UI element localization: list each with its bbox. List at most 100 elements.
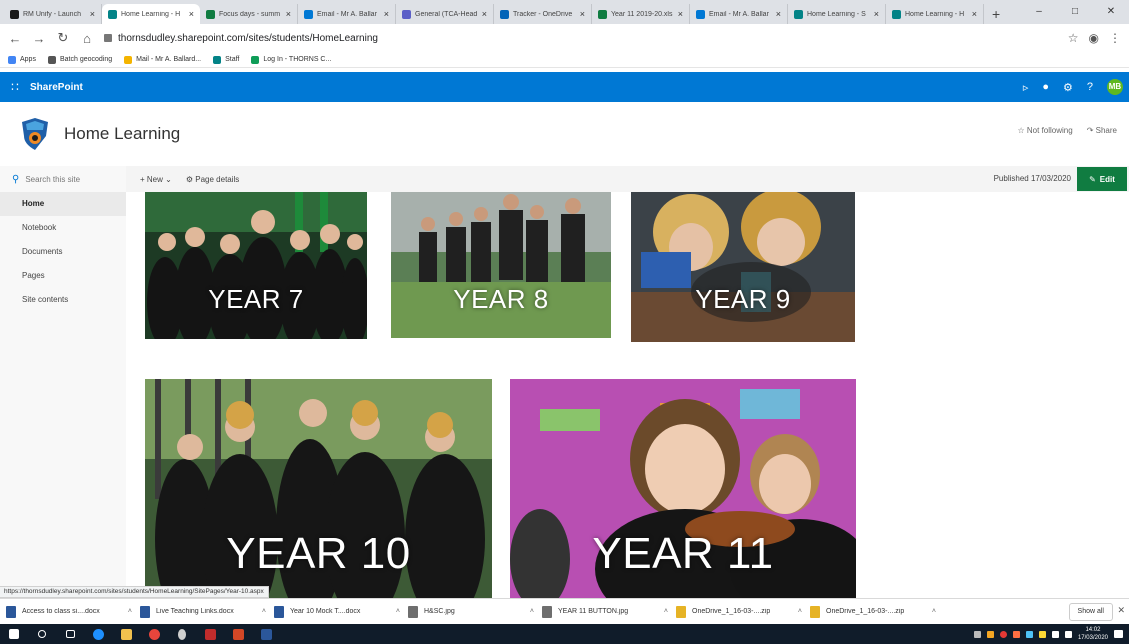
download-item[interactable]: Live Teaching Links.docx ˄ (140, 605, 274, 618)
site-title[interactable]: Home Learning (64, 124, 180, 144)
tile-year-7[interactable]: YEAR 7 (145, 192, 367, 339)
edit-button[interactable]: ✎ Edit (1077, 167, 1127, 191)
tray-app-icon[interactable] (1025, 630, 1033, 638)
clock[interactable]: 14:02 17/03/2020 (1078, 626, 1108, 642)
people-app-icon[interactable] (168, 624, 196, 644)
bookmark-item[interactable]: Apps (8, 55, 36, 64)
follow-button[interactable]: ☆ Not following (1017, 126, 1072, 135)
help-icon[interactable]: ? (1087, 81, 1093, 93)
nav-item-documents[interactable]: Documents (0, 240, 126, 264)
task-view-icon[interactable] (56, 624, 84, 644)
tab-close-icon[interactable]: × (678, 9, 683, 19)
app-launcher-icon[interactable]: ∷ (0, 80, 30, 94)
tray-app-icon[interactable] (1038, 630, 1046, 638)
browser-tab[interactable]: Home Learning - H × (886, 4, 984, 24)
bookmark-item[interactable]: Batch geocoding (47, 55, 112, 64)
chevron-up-icon[interactable]: ˄ (396, 608, 400, 615)
powerpoint-icon[interactable] (224, 624, 252, 644)
tab-close-icon[interactable]: × (972, 9, 977, 19)
chevron-up-icon[interactable]: ˄ (530, 608, 534, 615)
people-tray-icon[interactable] (973, 630, 981, 638)
onenote-icon[interactable] (196, 624, 224, 644)
browser-tab[interactable]: RM Unify - Launch × (4, 4, 102, 24)
download-item[interactable]: Year 10 Mock T....docx ˄ (274, 605, 408, 618)
user-avatar[interactable]: MB (1107, 79, 1123, 95)
bookmark-item[interactable]: Log In - THORNS C... (251, 55, 331, 64)
tile-year-10[interactable]: YEAR 10 (145, 379, 492, 598)
browser-tab[interactable]: Home Learning - S × (788, 4, 886, 24)
home-icon[interactable]: ⌂ (80, 31, 94, 46)
browser-tab[interactable]: Focus days - summ × (200, 4, 298, 24)
chevron-up-icon[interactable]: ˄ (932, 608, 936, 615)
browser-tab[interactable]: Year 11 2019-20.xls × (592, 4, 690, 24)
tab-close-icon[interactable]: × (286, 9, 291, 19)
browser-tab[interactable]: Email - Mr A. Ballar × (298, 4, 396, 24)
edge-icon[interactable] (84, 624, 112, 644)
browser-tab[interactable]: Email - Mr A. Ballar × (690, 4, 788, 24)
tab-close-icon[interactable]: × (482, 9, 487, 19)
chevron-up-icon[interactable]: ˄ (262, 608, 266, 615)
chevron-up-icon[interactable]: ˄ (798, 608, 802, 615)
tray-app-icon[interactable] (1012, 630, 1020, 638)
tab-close-icon[interactable]: × (90, 9, 95, 19)
download-item[interactable]: YEAR 11 BUTTON.jpg ˄ (542, 605, 676, 618)
megaphone-icon[interactable]: ▹ (1023, 81, 1029, 94)
tray-app-icon[interactable] (999, 630, 1007, 638)
download-item[interactable]: H&SC.jpg ˄ (408, 605, 542, 618)
tab-favicon-icon (696, 9, 705, 19)
chevron-up-icon[interactable]: ˄ (664, 608, 668, 615)
settings-gear-icon[interactable]: ⚙ (1063, 81, 1073, 94)
browser-tab[interactable]: General (TCA-Head × (396, 4, 494, 24)
nav-item-notebook[interactable]: Notebook (0, 216, 126, 240)
bookmark-item[interactable]: Mail - Mr A. Ballard... (124, 55, 201, 64)
notifications-icon[interactable] (1114, 630, 1123, 638)
close-shelf-icon[interactable]: ✕ (1117, 605, 1125, 616)
new-tab-button[interactable]: + (984, 4, 1008, 24)
share-button[interactable]: ↷ Share (1087, 126, 1117, 135)
minimize-icon[interactable]: – (1021, 0, 1057, 24)
show-all-button[interactable]: Show all (1068, 603, 1113, 621)
windows-start-icon[interactable] (0, 624, 28, 644)
volume-icon[interactable] (1064, 630, 1072, 638)
tab-close-icon[interactable]: × (189, 9, 194, 19)
tab-close-icon[interactable]: × (384, 9, 389, 19)
school-logo[interactable] (18, 116, 52, 150)
file-explorer-icon[interactable] (112, 624, 140, 644)
browser-menu-icon[interactable]: ⋮ (1109, 31, 1121, 45)
url-input[interactable]: thornsdudley.sharepoint.com/sites/studen… (104, 27, 1058, 49)
tab-close-icon[interactable]: × (776, 9, 781, 19)
nav-item-pages[interactable]: Pages (0, 264, 126, 288)
download-item[interactable]: OneDrive_1_16-03-....zip ˄ (676, 605, 810, 618)
download-item[interactable]: Access to class si....docx ˄ (6, 605, 140, 618)
tray-app-icon[interactable] (986, 630, 994, 638)
bookmark-item[interactable]: Staff (213, 55, 239, 64)
bookmark-star-icon[interactable]: ☆ (1068, 31, 1079, 45)
tile-year-8[interactable]: YEAR 8 (391, 192, 611, 338)
profile-icon[interactable]: ◉ (1089, 31, 1099, 45)
chevron-up-icon[interactable]: ˄ (128, 608, 132, 615)
forward-icon[interactable]: → (32, 31, 46, 46)
tile-year-11[interactable]: YEAR 11 (510, 379, 856, 598)
nav-item-site-contents[interactable]: Site contents (0, 288, 126, 312)
chrome-icon[interactable] (140, 624, 168, 644)
close-window-icon[interactable]: ✕ (1093, 0, 1129, 24)
back-icon[interactable]: ← (8, 31, 22, 46)
reload-icon[interactable]: ↻ (56, 30, 70, 46)
search-site-box[interactable]: ⚲ Search this site (0, 166, 126, 192)
browser-tab[interactable]: Home Learning - H × (102, 4, 200, 24)
tab-close-icon[interactable]: × (874, 9, 879, 19)
tile-year-9[interactable]: YEAR 9 (631, 192, 855, 342)
download-item[interactable]: OneDrive_1_16-03-....zip ˄ (810, 605, 944, 618)
maximize-icon[interactable]: □ (1057, 0, 1093, 24)
word-icon[interactable] (252, 624, 280, 644)
nav-item-home[interactable]: Home (0, 192, 126, 216)
browser-tab[interactable]: Tracker - OneDrive × (494, 4, 592, 24)
taskbar-search-icon[interactable] (28, 624, 56, 644)
bell-icon[interactable]: ● (1042, 81, 1049, 93)
tab-close-icon[interactable]: × (580, 9, 585, 19)
network-icon[interactable] (1051, 630, 1059, 638)
page-details-button[interactable]: ⚙ Page details (186, 175, 239, 184)
header-actions: ☆ Not following ↷ Share (1017, 126, 1117, 135)
sharepoint-brand[interactable]: SharePoint (30, 82, 83, 93)
new-button[interactable]: + New ⌄ (140, 175, 172, 184)
